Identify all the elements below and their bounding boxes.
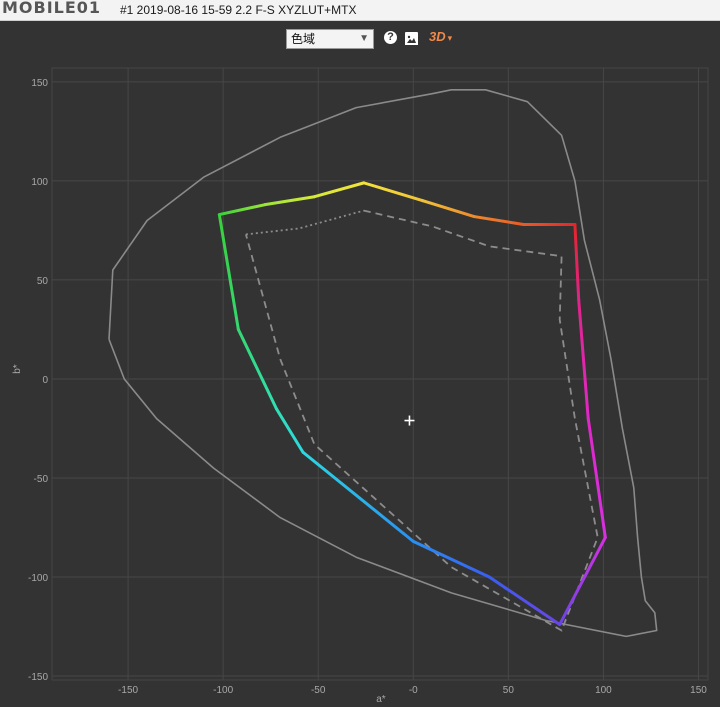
x-tick-label: 50 [503,685,515,696]
y-tick-label: 0 [42,375,48,386]
reference-locus-line [108,89,658,638]
y-tick-label: -100 [28,573,48,584]
measured-gamut-segment [217,203,267,217]
y-tick-label: -150 [28,672,48,683]
target-gamut-dashed [245,209,599,632]
x-tick-label: 100 [595,685,612,696]
x-tick-label: -100 [213,685,233,696]
x-tick-label: -150 [118,685,138,696]
x-tick-label: 150 [690,685,707,696]
measured-gamut-segment [411,539,491,579]
y-axis-label: b* [12,364,23,374]
x-tick-label: -0 [409,685,418,696]
x-axis-label: a* [376,694,386,705]
measured-gamut-segment [236,327,278,411]
target-gamut-dotted [245,209,365,236]
measured-gamut-segment [312,181,366,199]
y-tick-label: 150 [31,78,48,89]
chart-grid [51,67,709,681]
measured-gamut-segment [558,535,607,627]
y-tick-label: -50 [34,474,49,485]
measured-gamut-segment [472,215,526,226]
measured-gamut-segment [421,199,476,219]
measured-gamut-segment [573,222,581,302]
x-tick-label: -50 [311,685,326,696]
target-gamut [245,209,599,632]
gamut-chart: -150 -100 -50 -0 50 100 150 -150 -100 -50 0 50 100 15… [12,67,709,705]
measured-gamut-segment [263,195,316,207]
measured-gamut-segment [487,575,562,627]
measured-gamut-segment [577,298,590,421]
measured-gamut-segment [274,407,305,454]
measured-gamut-segment [362,181,425,203]
reference-locus [108,89,658,638]
y-tick-label: 100 [31,177,48,188]
measured-gamut-segment [301,450,415,543]
measured-gamut-segment [217,213,240,331]
y-tick-label: 50 [37,276,49,287]
plot-frame [51,67,709,681]
measured-gamut [217,181,607,627]
